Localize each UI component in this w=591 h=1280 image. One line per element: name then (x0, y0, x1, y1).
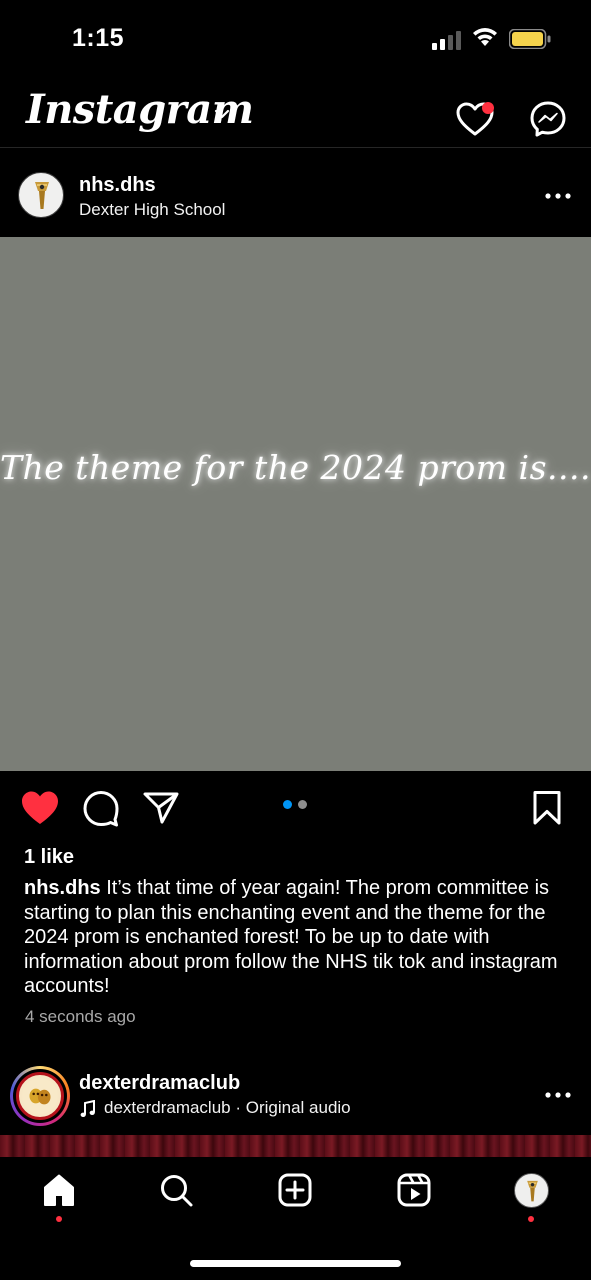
post-image-text: The theme for the 2024 prom is.... (0, 448, 591, 487)
post-location[interactable]: Dexter High School (79, 200, 225, 220)
save-bookmark-icon[interactable] (532, 790, 562, 826)
post-username[interactable]: nhs.dhs (79, 174, 156, 197)
messenger-icon[interactable] (529, 100, 567, 138)
more-options-icon[interactable] (544, 186, 572, 206)
profile-avatar[interactable] (514, 1173, 549, 1208)
reels-icon[interactable] (396, 1172, 432, 1208)
post-author-avatar[interactable] (18, 172, 64, 218)
next-post-media[interactable] (0, 1135, 591, 1157)
story-ring-avatar[interactable] (10, 1066, 70, 1126)
next-post-username[interactable]: dexterdramaclub (79, 1072, 240, 1095)
home-indicator[interactable] (190, 1260, 401, 1267)
post-caption: nhs.dhs It’s that time of year again! Th… (24, 876, 572, 999)
comment-icon[interactable] (82, 789, 120, 827)
home-activity-dot (56, 1216, 62, 1222)
post-image[interactable] (0, 237, 591, 771)
music-note-icon (80, 1100, 95, 1117)
torch-emblem-icon (35, 182, 49, 209)
caption-text: It’s that time of year again! The prom c… (24, 877, 558, 997)
post-timestamp: 4 seconds ago (25, 1007, 136, 1026)
like-heart-filled-icon[interactable] (20, 789, 60, 827)
status-time: 1:15 (72, 24, 125, 52)
share-icon[interactable] (142, 790, 180, 826)
search-icon[interactable] (158, 1172, 194, 1208)
cellular-signal-icon (432, 31, 461, 50)
battery-icon (509, 29, 551, 49)
caption-username[interactable]: nhs.dhs (24, 877, 101, 899)
home-icon[interactable] (41, 1172, 77, 1208)
notification-dot (482, 102, 494, 114)
drama-club-logo (16, 1072, 64, 1120)
carousel-dot (298, 800, 307, 809)
carousel-dot-active (283, 800, 292, 809)
create-icon[interactable] (277, 1172, 313, 1208)
wifi-icon (473, 28, 497, 46)
profile-activity-dot (528, 1216, 534, 1222)
next-post-audio[interactable]: dexterdramaclub · Original audio (104, 1098, 351, 1118)
chevron-down-icon[interactable] (212, 104, 232, 124)
header-divider (0, 147, 591, 148)
like-count[interactable]: 1 like (24, 846, 74, 869)
more-options-icon[interactable] (544, 1085, 572, 1105)
